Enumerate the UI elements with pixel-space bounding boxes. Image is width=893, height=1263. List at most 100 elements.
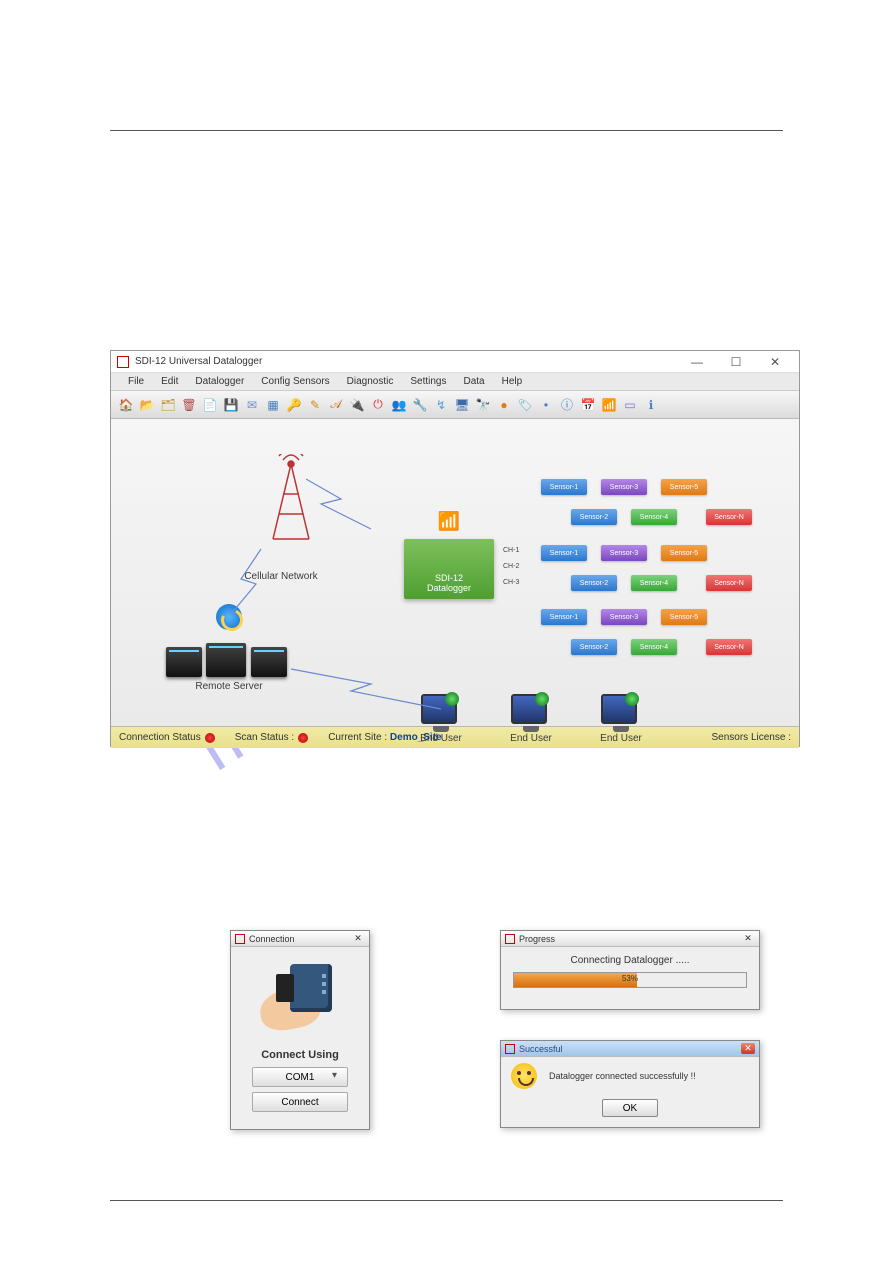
progress-dialog-title: Progress — [519, 934, 555, 944]
sensor-node: Sensor-1 — [541, 609, 587, 625]
conn-status-label: Connection Status — [119, 732, 201, 743]
sensor-node: Sensor-3 — [601, 545, 647, 561]
success-dialog-title: Successful — [519, 1044, 563, 1054]
sensor-node: Sensor-3 — [601, 609, 647, 625]
sensor-node: Sensor-4 — [631, 575, 677, 591]
sensor-node: Sensor-1 — [541, 545, 587, 561]
menu-datalogger[interactable]: Datalogger — [188, 375, 251, 388]
folder-icon[interactable]: 🗂 — [159, 396, 177, 414]
progress-dialog-close-icon[interactable]: ✕ — [741, 933, 755, 944]
tag-icon[interactable]: 🏷 — [516, 396, 534, 414]
menu-file[interactable]: File — [121, 375, 151, 388]
connection-dialog-icon — [235, 934, 245, 944]
toolbar: 🏠📂🗂🗑📄💾✉▦🔑✎𝒜🔌⏻👥🔧↯🖥🔭●🏷•ⓘ📅📶▭ℹ — [111, 391, 799, 419]
roles-icon[interactable]: 👥 — [390, 396, 408, 414]
antenna-icon[interactable]: 📶 — [600, 396, 618, 414]
connection-dialog-close-icon[interactable]: ✕ — [351, 933, 365, 944]
app-icon — [117, 356, 129, 368]
dot-icon[interactable]: • — [537, 396, 555, 414]
minimize-button[interactable]: — — [679, 353, 715, 371]
current-site-label: Current Site : — [328, 732, 387, 743]
app-window: SDI-12 Universal Datalogger — ☐ ✕ FileEd… — [110, 350, 800, 747]
sensor-node: Sensor-2 — [571, 639, 617, 655]
menu-bar: FileEditDataloggerConfig Sensors Diagnost… — [111, 373, 799, 391]
sensor-node: Sensor-3 — [601, 479, 647, 495]
progress-dialog: Progress ✕ Connecting Datalogger ..... 5… — [500, 930, 760, 1010]
cal-icon[interactable]: 📅 — [579, 396, 597, 414]
window-title: SDI-12 Universal Datalogger — [135, 356, 679, 367]
channel-3-label: CH-3 — [503, 579, 519, 586]
close-button[interactable]: ✕ — [757, 353, 793, 371]
sensor-node: Sensor-4 — [631, 639, 677, 655]
page-rule-bottom — [110, 1200, 783, 1201]
new-icon[interactable]: 📄 — [201, 396, 219, 414]
datalogger-node: 📶 SDI-12 Datalogger — [404, 539, 494, 599]
help-icon[interactable]: ℹ — [642, 396, 660, 414]
trace-icon[interactable]: ↯ — [432, 396, 450, 414]
diagram-canvas: Cellular Network Remote Server 📶 SDI-12 … — [111, 419, 799, 726]
sensor-node: Sensor-5 — [661, 609, 707, 625]
end-user-caption: End User — [416, 733, 466, 744]
sensor-node: Sensor-2 — [571, 575, 617, 591]
scan-status-led — [298, 733, 308, 743]
sensor-node: Sensor-2 — [571, 509, 617, 525]
wrench-icon[interactable]: 🔧 — [411, 396, 429, 414]
ok-button[interactable]: OK — [602, 1099, 658, 1117]
progress-percent: 53% — [514, 974, 746, 983]
connection-dialog: Connection ✕ Connect Using COM1 Connect — [230, 930, 370, 1130]
binoculars-icon[interactable]: 🔭 — [474, 396, 492, 414]
power-icon[interactable]: ⏻ — [369, 396, 387, 414]
end-user-caption: End User — [596, 733, 646, 744]
connection-dialog-title: Connection — [249, 934, 295, 944]
connect-button[interactable]: Connect — [252, 1092, 348, 1112]
sensor-node: Sensor-4 — [631, 509, 677, 525]
home-icon[interactable]: 🏠 — [117, 396, 135, 414]
progress-label: Connecting Datalogger ..... — [501, 947, 759, 972]
datalogger-antenna-icon: 📶 — [438, 511, 460, 532]
progress-bar: 53% — [513, 972, 747, 988]
server-rack-icon — [166, 637, 286, 677]
menu-data[interactable]: Data — [457, 375, 492, 388]
end-user-node — [511, 694, 547, 724]
rss-icon[interactable]: ● — [495, 396, 513, 414]
cellular-caption: Cellular Network — [231, 571, 331, 582]
wand-icon[interactable]: ✎ — [306, 396, 324, 414]
page-rule-top — [110, 130, 783, 131]
success-message: Datalogger connected successfully !! — [549, 1071, 696, 1081]
end-user-node — [421, 694, 457, 724]
connect-using-heading: Connect Using — [239, 1049, 361, 1061]
connect-icon[interactable]: 🔌 — [348, 396, 366, 414]
menu-edit[interactable]: Edit — [154, 375, 185, 388]
menu-diagnostic[interactable]: Diagnostic — [340, 375, 401, 388]
connector-image — [250, 959, 350, 1039]
success-dialog-close-icon[interactable]: ✕ — [741, 1043, 755, 1054]
smiley-icon — [511, 1063, 537, 1089]
menu-settings[interactable]: Settings — [403, 375, 453, 388]
license-label: Sensors License : — [712, 732, 792, 743]
cell-tower-icon — [261, 454, 321, 544]
maximize-button[interactable]: ☐ — [718, 353, 754, 371]
info-icon[interactable]: ⓘ — [558, 396, 576, 414]
monitor-icon[interactable]: 🖥 — [453, 396, 471, 414]
datalogger-label-2: Datalogger — [427, 583, 471, 593]
grid-icon[interactable]: ▦ — [264, 396, 282, 414]
save-icon[interactable]: 💾 — [222, 396, 240, 414]
conn-status-led — [205, 733, 215, 743]
com-port-select[interactable]: COM1 — [252, 1067, 348, 1087]
end-user-node — [601, 694, 637, 724]
key-icon[interactable]: 🔑 — [285, 396, 303, 414]
datalogger-label-1: SDI-12 — [435, 573, 463, 583]
sensor-node: Sensor-5 — [661, 479, 707, 495]
menu-config-sensors[interactable]: Config Sensors — [254, 375, 336, 388]
open-icon[interactable]: 📂 — [138, 396, 156, 414]
script-icon[interactable]: 𝒜 — [327, 396, 345, 414]
menu-help[interactable]: Help — [495, 375, 530, 388]
sensor-node: Sensor-N — [706, 639, 752, 655]
sensor-node: Sensor-1 — [541, 479, 587, 495]
sim-icon[interactable]: ▭ — [621, 396, 639, 414]
mail-icon[interactable]: ✉ — [243, 396, 261, 414]
sensor-node: Sensor-N — [706, 575, 752, 591]
sensor-node: Sensor-N — [706, 509, 752, 525]
delete-icon[interactable]: 🗑 — [180, 396, 198, 414]
end-user-caption: End User — [506, 733, 556, 744]
